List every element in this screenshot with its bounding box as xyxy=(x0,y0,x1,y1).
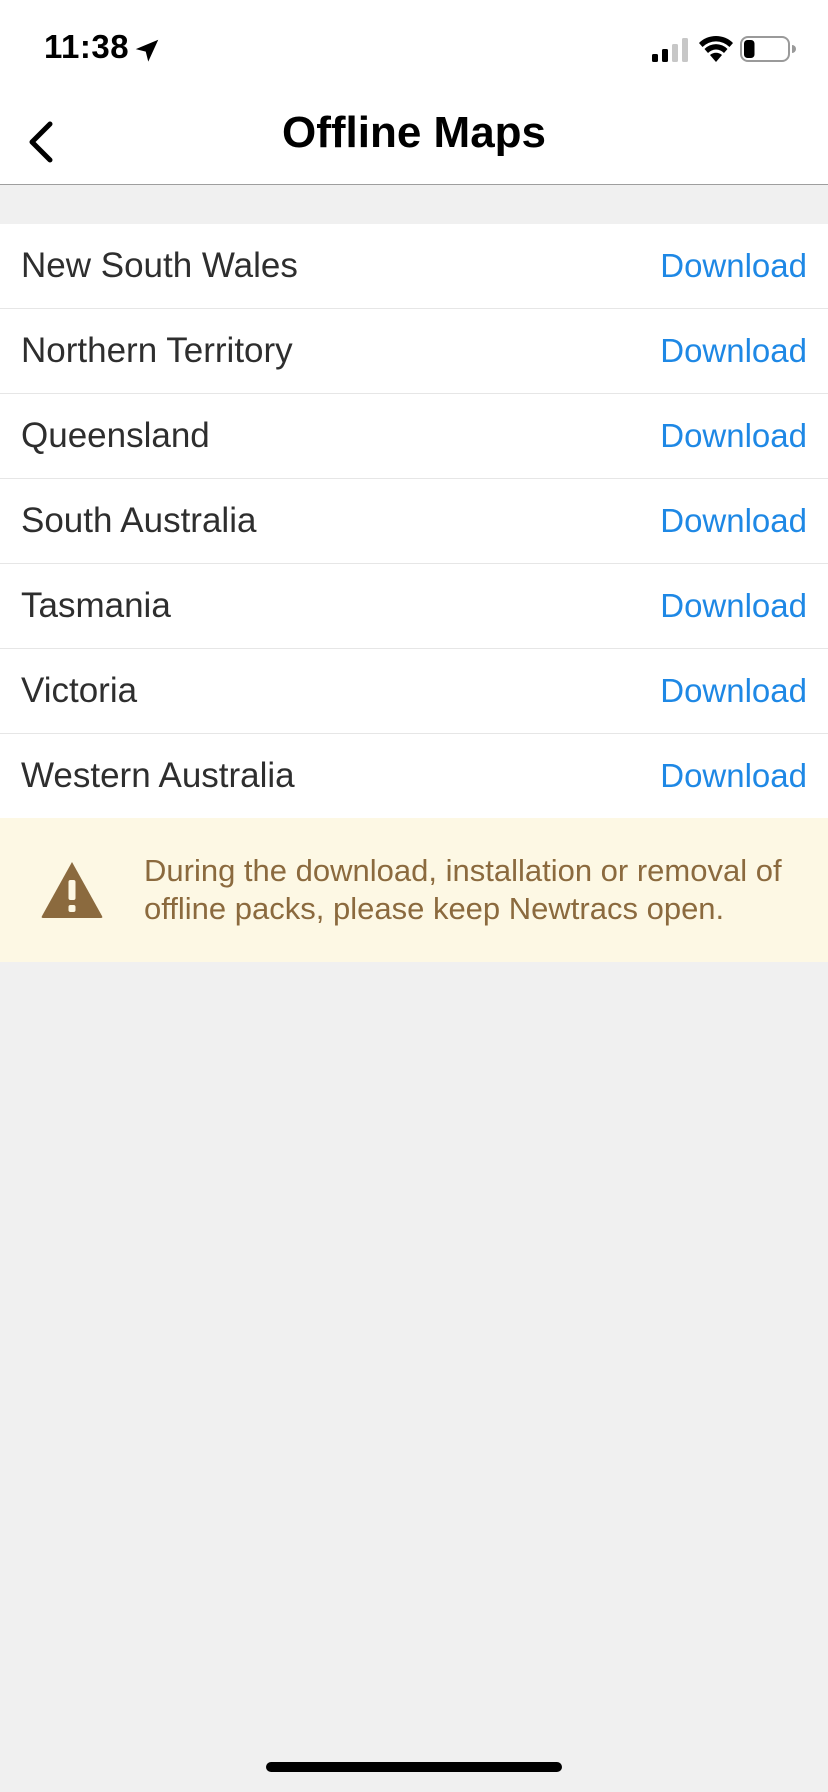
download-button[interactable]: Download xyxy=(660,309,807,393)
region-row-south-australia[interactable]: South Australia Download xyxy=(0,479,828,564)
home-indicator[interactable] xyxy=(266,1762,562,1772)
notice-text: During the download, installation or rem… xyxy=(144,853,782,926)
battery-icon xyxy=(740,36,796,62)
cellular-signal-icon xyxy=(652,38,688,62)
region-name: Queensland xyxy=(21,416,210,455)
region-name: Victoria xyxy=(21,671,138,710)
download-button[interactable]: Download xyxy=(660,479,807,563)
region-name: New South Wales xyxy=(21,246,298,285)
top-bar: 11:38 Offline Maps xyxy=(0,0,828,185)
download-button[interactable]: Download xyxy=(660,734,807,818)
region-name: Northern Territory xyxy=(21,331,293,370)
region-row-western-australia[interactable]: Western Australia Download xyxy=(0,734,828,818)
region-row-queensland[interactable]: Queensland Download xyxy=(0,394,828,479)
download-button[interactable]: Download xyxy=(660,564,807,648)
download-button[interactable]: Download xyxy=(660,649,807,733)
region-row-tasmania[interactable]: Tasmania Download xyxy=(0,564,828,649)
wifi-icon xyxy=(699,35,733,62)
status-time: 11:38 xyxy=(44,28,130,65)
region-list: New South Wales Download Northern Territ… xyxy=(0,224,828,818)
region-name: Tasmania xyxy=(21,586,171,625)
download-button[interactable]: Download xyxy=(660,224,807,308)
region-name: South Australia xyxy=(21,501,257,540)
warning-icon xyxy=(41,862,103,918)
location-arrow-icon xyxy=(135,39,159,62)
region-name: Western Australia xyxy=(21,756,295,795)
page-title: Offline Maps xyxy=(281,108,547,157)
region-row-northern-territory[interactable]: Northern Territory Download xyxy=(0,309,828,394)
download-button[interactable]: Download xyxy=(660,394,807,478)
region-row-victoria[interactable]: Victoria Download xyxy=(0,649,828,734)
region-row-new-south-wales[interactable]: New South Wales Download xyxy=(0,224,828,309)
